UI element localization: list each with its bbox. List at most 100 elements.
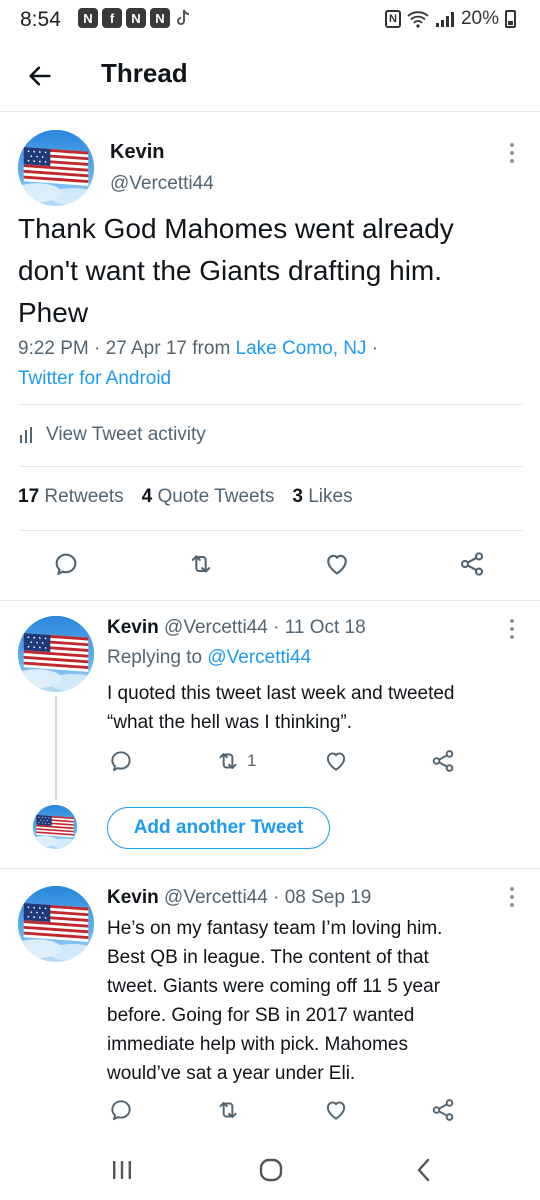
more-options-button[interactable]	[504, 140, 520, 166]
tweet-text-line: Phew	[18, 297, 89, 328]
reply-button[interactable]	[108, 748, 134, 774]
reply-text-line: immediate help with pick. Mahomes	[107, 1034, 408, 1055]
view-tweet-activity-button[interactable]: View Tweet activity	[18, 424, 206, 446]
share-icon	[430, 1097, 456, 1123]
reply-text: He’s on my fantasy team I’m loving him. …	[107, 914, 532, 1088]
like-button[interactable]	[323, 748, 349, 774]
tweet-stats: 17 Retweets 4 Quote Tweets 3 Likes	[18, 486, 353, 508]
flag-avatar-image	[18, 616, 94, 692]
notification-n-icon: N	[150, 8, 170, 28]
divider	[18, 530, 523, 531]
notification-n-icon: N	[78, 8, 98, 28]
wifi-icon	[407, 11, 429, 28]
reply-button[interactable]	[52, 550, 80, 578]
tweet-text-line: Thank God Mahomes went already	[18, 213, 454, 244]
reply-text-line: before. Going for SB in 2017 wanted	[107, 1005, 415, 1026]
tweet-meta: 9:22 PM · 27 Apr 17 from Lake Como, NJ ·…	[18, 334, 378, 394]
home-button[interactable]	[241, 1148, 301, 1192]
divider	[18, 404, 523, 405]
divider	[18, 466, 523, 467]
more-options-button[interactable]	[504, 884, 520, 910]
reply-text-line: tweet. Giants were coming off 11 5 year	[107, 976, 441, 997]
notification-icons: N f N N	[78, 8, 192, 28]
location-link[interactable]: Lake Como, NJ	[236, 338, 367, 359]
share-button[interactable]	[458, 550, 486, 578]
retweet-count: 1	[247, 751, 257, 770]
likes-label: Likes	[308, 486, 353, 507]
handle-and-date: @Vercetti44 · 11 Oct 18	[164, 617, 366, 638]
battery-icon	[505, 10, 516, 28]
notification-n-icon: N	[126, 8, 146, 28]
share-button[interactable]	[430, 1097, 456, 1123]
back-button[interactable]	[22, 58, 58, 94]
like-button[interactable]	[323, 1097, 349, 1123]
quotes-stat[interactable]: 4 Quote Tweets	[142, 486, 275, 508]
recent-apps-icon	[113, 1161, 131, 1179]
reply-icon	[52, 550, 80, 578]
reply-icon	[108, 1097, 134, 1123]
reply-text: I quoted this tweet last week and tweete…	[107, 679, 527, 737]
retweet-button[interactable]: 1	[215, 748, 256, 774]
reply-text-line: would’ve sat a year under Eli.	[107, 1063, 356, 1084]
replying-to-link[interactable]: @Vercetti44	[207, 647, 311, 668]
reply-header: Kevin @Vercetti44 · 11 Oct 18	[107, 617, 366, 639]
avatar[interactable]	[18, 616, 94, 692]
add-another-tweet-button[interactable]: Add another Tweet	[107, 807, 330, 849]
quotes-count: 4	[141, 486, 153, 507]
reply-header: Kevin @Vercetti44 · 08 Sep 19	[107, 887, 371, 909]
retweet-button[interactable]	[187, 550, 215, 578]
avatar[interactable]	[18, 886, 94, 962]
retweets-label: Retweets	[44, 486, 124, 507]
retweet-button[interactable]	[215, 1097, 241, 1123]
reply-text-line: I quoted this tweet last week and tweete…	[107, 683, 455, 704]
handle-and-date: @Vercetti44 · 08 Sep 19	[164, 887, 372, 908]
likes-count: 3	[292, 486, 303, 507]
meta-separator: ·	[366, 338, 379, 359]
tiktok-icon	[177, 9, 190, 25]
retweets-stat[interactable]: 17 Retweets	[18, 486, 124, 508]
chevron-left-icon	[417, 1158, 430, 1182]
likes-stat[interactable]: 3 Likes	[292, 486, 352, 508]
heart-icon	[323, 550, 351, 578]
status-bar: 8:54 N f N N N 20%	[0, 0, 540, 40]
divider	[0, 868, 540, 869]
retweet-icon	[187, 550, 215, 578]
thread-connector-line	[55, 696, 57, 800]
author-name[interactable]: Kevin	[107, 617, 159, 638]
recent-apps-button[interactable]	[92, 1148, 152, 1192]
battery-percent: 20%	[460, 8, 499, 29]
flag-avatar-image	[18, 130, 94, 206]
reply-button[interactable]	[108, 1097, 134, 1123]
tweet-text-line: don't want the Giants drafting him.	[18, 255, 443, 286]
flag-avatar-image	[33, 805, 77, 849]
more-options-button[interactable]	[504, 616, 520, 642]
author-handle[interactable]: @Vercetti44	[110, 173, 214, 195]
tweet-text: Thank God Mahomes went already don't wan…	[18, 208, 528, 334]
replying-to: Replying to @Vercetti44	[107, 647, 311, 669]
tweet-timestamp: 9:22 PM · 27 Apr 17 from	[18, 338, 236, 359]
client-link[interactable]: Twitter for Android	[18, 368, 171, 389]
reply-icon	[108, 748, 134, 774]
system-nav-bar	[0, 1140, 540, 1200]
nfc-icon: N	[384, 10, 401, 28]
retweets-count: 17	[18, 486, 40, 507]
share-button[interactable]	[430, 748, 456, 774]
author-name[interactable]: Kevin	[110, 141, 164, 164]
share-icon	[430, 748, 456, 774]
retweet-icon	[215, 748, 241, 774]
current-user-avatar[interactable]	[33, 805, 77, 849]
reply-text-line: “what the hell was I thinking”.	[107, 712, 353, 733]
page-title: Thread	[101, 58, 188, 88]
heart-icon	[323, 1097, 349, 1123]
like-button[interactable]	[323, 550, 351, 578]
author-name[interactable]: Kevin	[107, 887, 159, 908]
heart-icon	[323, 748, 349, 774]
share-icon	[458, 550, 486, 578]
flag-avatar-image	[18, 886, 94, 962]
system-back-button[interactable]	[394, 1148, 454, 1192]
thread-header: Thread	[0, 44, 540, 112]
replying-prefix: Replying to	[107, 647, 208, 668]
reply-text-line: He’s on my fantasy team I’m loving him.	[107, 918, 443, 939]
divider	[0, 600, 540, 601]
avatar[interactable]	[18, 130, 94, 206]
